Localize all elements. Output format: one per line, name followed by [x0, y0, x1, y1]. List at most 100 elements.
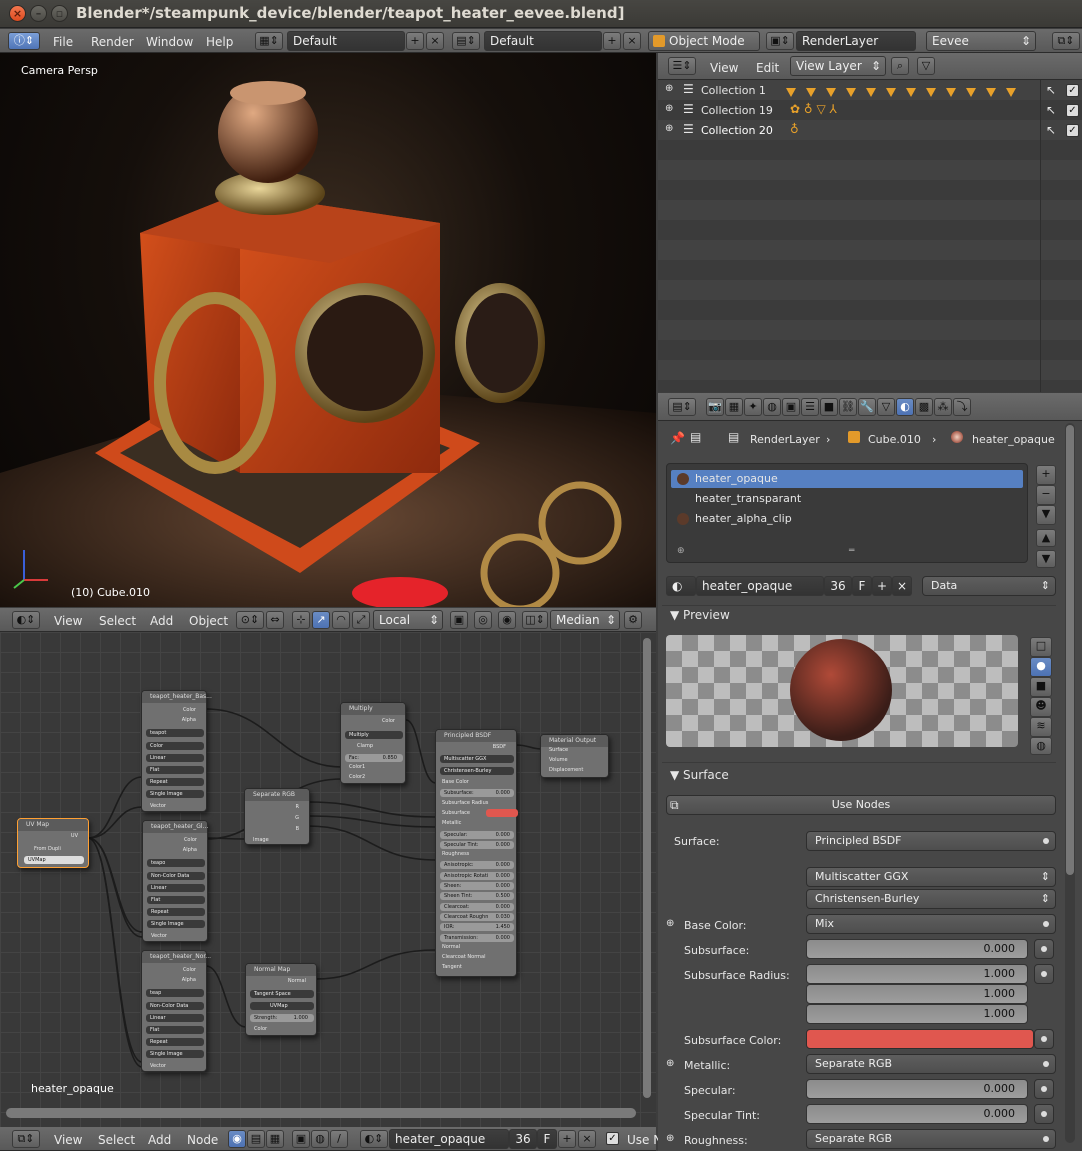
- preview-monkey-icon[interactable]: ☻: [1030, 697, 1052, 717]
- minimize-window-button[interactable]: –: [30, 5, 47, 22]
- outliner-display-mode-dropdown[interactable]: View Layer ⇕: [790, 56, 886, 76]
- roughness-link-dropdown[interactable]: Separate RGB: [806, 1129, 1056, 1149]
- node-tex2-interp[interactable]: Linear: [147, 884, 205, 892]
- texture-nodes-icon[interactable]: ▦: [266, 1130, 284, 1148]
- gizmo-icon[interactable]: ⚙: [624, 611, 642, 629]
- move-down-icon[interactable]: ▼: [1036, 550, 1056, 568]
- collection-name[interactable]: Collection 19: [701, 104, 773, 117]
- tab-world-icon[interactable]: ◍: [763, 398, 781, 416]
- tab-modifiers-icon[interactable]: 🔧: [858, 398, 876, 416]
- node-bsdf-input[interactable]: Subsurface: 0.000: [440, 789, 514, 798]
- node-tex1-interp[interactable]: Linear: [146, 754, 204, 762]
- preview-hair-icon[interactable]: ≋: [1030, 717, 1052, 737]
- node-bsdf-input[interactable]: Specular: 0.000: [440, 830, 514, 839]
- 3d-viewport[interactable]: Camera Persp (10) Cube.010: [0, 53, 656, 607]
- editor-type-3dview-icon[interactable]: ◐⇕: [12, 611, 40, 629]
- material-browse-icon[interactable]: ◐⇕: [360, 1130, 388, 1148]
- material-slot[interactable]: heater_alpha_clip: [671, 510, 1023, 528]
- scene-icon[interactable]: ▤⇕: [452, 32, 480, 50]
- new-material-icon[interactable]: +: [872, 576, 892, 596]
- node-bsdf-subsurface-color-swatch[interactable]: [486, 808, 518, 817]
- subsurface-radius-link-button[interactable]: [1034, 964, 1054, 984]
- material-name-field[interactable]: heater_opaque: [696, 576, 824, 596]
- expand-icon[interactable]: ⊕: [665, 103, 673, 114]
- use-nodes-button[interactable]: Use Nodes: [666, 795, 1056, 815]
- node-tex1-src[interactable]: Single Image: [146, 790, 204, 798]
- node-menu-node[interactable]: Node: [187, 1133, 218, 1147]
- editor-type-node-icon[interactable]: ⧉⇕: [12, 1130, 40, 1148]
- node-tex1-ext[interactable]: Repeat: [146, 778, 204, 786]
- collection-19-visible-checkbox[interactable]: ✓: [1066, 104, 1079, 117]
- node-tex3-interp[interactable]: Linear: [146, 1014, 204, 1022]
- expand-metallic-icon[interactable]: ⊕: [666, 1058, 674, 1069]
- node-tex2-src[interactable]: Single Image: [147, 920, 205, 928]
- move-up-icon[interactable]: ▲: [1036, 529, 1056, 547]
- pivot-icon[interactable]: ⊙⇕: [236, 611, 264, 629]
- node-tex3-colorspace[interactable]: Non-Color Data: [146, 1002, 204, 1010]
- node-normalmap-space[interactable]: Tangent Space: [250, 990, 314, 998]
- node-tex3-image[interactable]: teap: [146, 989, 204, 997]
- collection-name[interactable]: Collection 20: [701, 124, 773, 137]
- menu-render[interactable]: Render: [91, 35, 134, 49]
- node-menu-select[interactable]: Select: [98, 1133, 135, 1147]
- node-tex1-image[interactable]: teapot: [146, 729, 204, 737]
- tab-material-icon[interactable]: ◐: [896, 398, 914, 416]
- material-slots-list[interactable]: heater_opaque heater_transparant heater_…: [666, 463, 1028, 563]
- node-separate-rgb[interactable]: Separate RGB R G B Image: [244, 788, 310, 845]
- screen-layout-icon[interactable]: ▦⇕: [255, 32, 283, 50]
- node-tex2-ext[interactable]: Repeat: [147, 908, 205, 916]
- preview-sphere-icon[interactable]: ●: [1030, 657, 1052, 677]
- manipulator-icon[interactable]: ⇔: [266, 611, 284, 629]
- properties-scrollbar-thumb[interactable]: [1066, 425, 1074, 875]
- preview-world-icon[interactable]: ◍: [1030, 737, 1052, 755]
- shader-nodes-icon[interactable]: ◉: [228, 1130, 246, 1148]
- remove-scene-icon[interactable]: ×: [623, 32, 641, 50]
- expand-base-color-icon[interactable]: ⊕: [666, 918, 674, 929]
- node-normal-map[interactable]: Normal Map Normal Tangent Space UVMap St…: [245, 963, 317, 1036]
- editor-type-outliner-icon[interactable]: ☰⇕: [668, 57, 696, 75]
- node-bsdf-sss-method[interactable]: Christensen-Burley: [440, 767, 514, 775]
- node-mix-fac[interactable]: Fac: 0.850: [345, 754, 403, 762]
- material-browse-button[interactable]: ◐: [666, 576, 696, 596]
- menu-help[interactable]: Help: [206, 35, 233, 49]
- node-tex1-colorspace[interactable]: Color: [146, 742, 204, 750]
- tab-physics-icon[interactable]: ⤵: [953, 398, 971, 416]
- scene-field[interactable]: Default: [484, 31, 602, 51]
- subsurface-color-swatch[interactable]: [806, 1029, 1034, 1049]
- node-bsdf-input[interactable]: Clearcoat Roughn 0.030: [440, 912, 514, 921]
- collection-1-visible-checkbox[interactable]: ✓: [1066, 84, 1079, 97]
- node-fake-user-button[interactable]: F: [537, 1129, 557, 1149]
- subsurface-color-link-button[interactable]: [1034, 1029, 1054, 1049]
- node-bsdf-input[interactable]: Clearcoat: 0.000: [440, 902, 514, 911]
- node-image-texture-normal[interactable]: teapot_heater_Nor... Color Alpha teap No…: [141, 950, 211, 1072]
- compositing-nodes-icon[interactable]: ▤: [247, 1130, 265, 1148]
- specular-tint-slider[interactable]: 0.000: [806, 1104, 1028, 1124]
- add-scene-icon[interactable]: +: [603, 32, 621, 50]
- node-uvmap[interactable]: UV Map UV From Dupli UVMap: [17, 818, 89, 868]
- outliner[interactable]: ⊕ ☰ Collection 1 ↖ ✓ ⊕ ☰ Collection 19 ✿…: [658, 80, 1082, 392]
- metallic-link-dropdown[interactable]: Separate RGB: [806, 1054, 1056, 1074]
- node-add-material-icon[interactable]: +: [558, 1130, 576, 1148]
- node-tex2-image[interactable]: teapo: [147, 859, 205, 867]
- subsurface-radius-z[interactable]: 1.000: [806, 1004, 1028, 1024]
- properties-editor[interactable]: ▤⇕ 📷 ▦ ✦ ◍ ▣ ☰ ■ ⛓ 🔧 ▽ ◐ ▩ ⁂ ⤵ 📌 ▤ ▤ Ren…: [658, 393, 1082, 1151]
- collection-20-visible-checkbox[interactable]: ✓: [1066, 124, 1079, 137]
- outliner-row-collection-20[interactable]: ⊕ ☰ Collection 20 ♁ ↖ ✓: [658, 120, 1082, 140]
- node-bsdf-distribution[interactable]: Multiscatter GGX: [440, 755, 514, 763]
- editor-type-info-icon[interactable]: ⓘ⇕: [8, 32, 40, 50]
- node-material-users[interactable]: 36: [509, 1129, 537, 1149]
- node-tex3-proj[interactable]: Flat: [146, 1026, 204, 1034]
- search-icon[interactable]: ⌕: [891, 57, 909, 75]
- node-editor-hscrollbar[interactable]: [6, 1108, 636, 1118]
- render-layer-icon[interactable]: ▣⇕: [766, 32, 794, 50]
- material-link-dropdown[interactable]: Data ⇕: [922, 576, 1056, 596]
- node-mix-clamp[interactable]: Clamp: [357, 743, 373, 749]
- material-specials-icon[interactable]: ▼: [1036, 505, 1056, 525]
- subsurface-link-button[interactable]: [1034, 939, 1054, 959]
- add-material-slot-icon[interactable]: +: [1036, 465, 1056, 485]
- node-tex3-ext[interactable]: Repeat: [146, 1038, 204, 1046]
- node-bsdf-input[interactable]: Anisotropic Rotati 0.000: [440, 871, 514, 880]
- collection-name[interactable]: Collection 1: [701, 84, 766, 97]
- snap-off-icon[interactable]: ◎: [474, 611, 492, 629]
- world-shader-icon[interactable]: ◍: [311, 1130, 329, 1148]
